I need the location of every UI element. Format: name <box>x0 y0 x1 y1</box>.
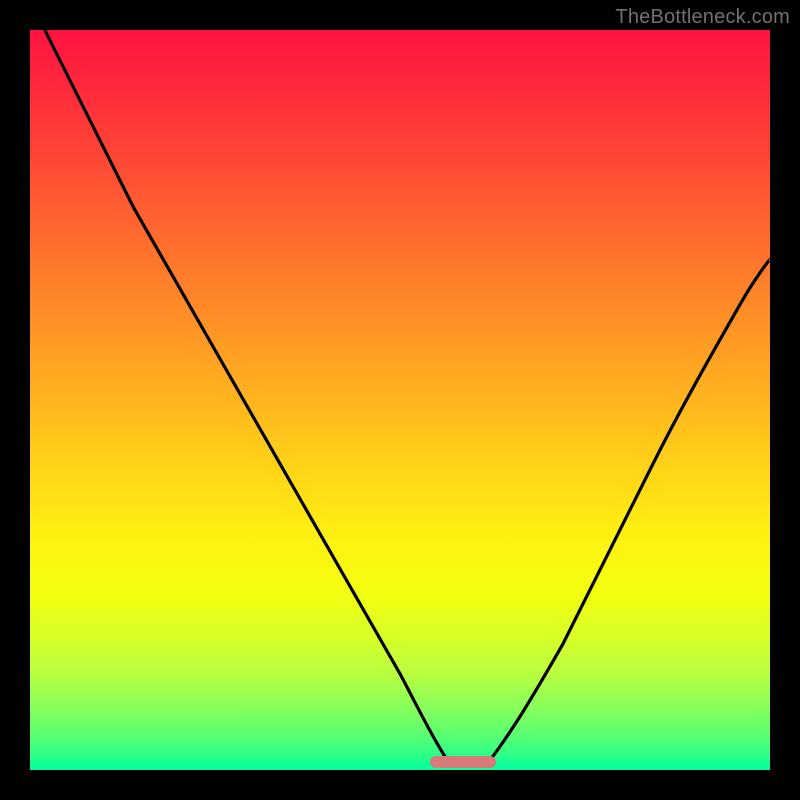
attribution-text: TheBottleneck.com <box>615 6 790 29</box>
optimal-zone-marker <box>430 756 497 768</box>
right-curve <box>489 259 770 761</box>
left-curve <box>45 30 448 762</box>
chart-frame: TheBottleneck.com <box>0 0 800 800</box>
plot-area <box>30 30 770 770</box>
curve-layer <box>30 30 770 770</box>
